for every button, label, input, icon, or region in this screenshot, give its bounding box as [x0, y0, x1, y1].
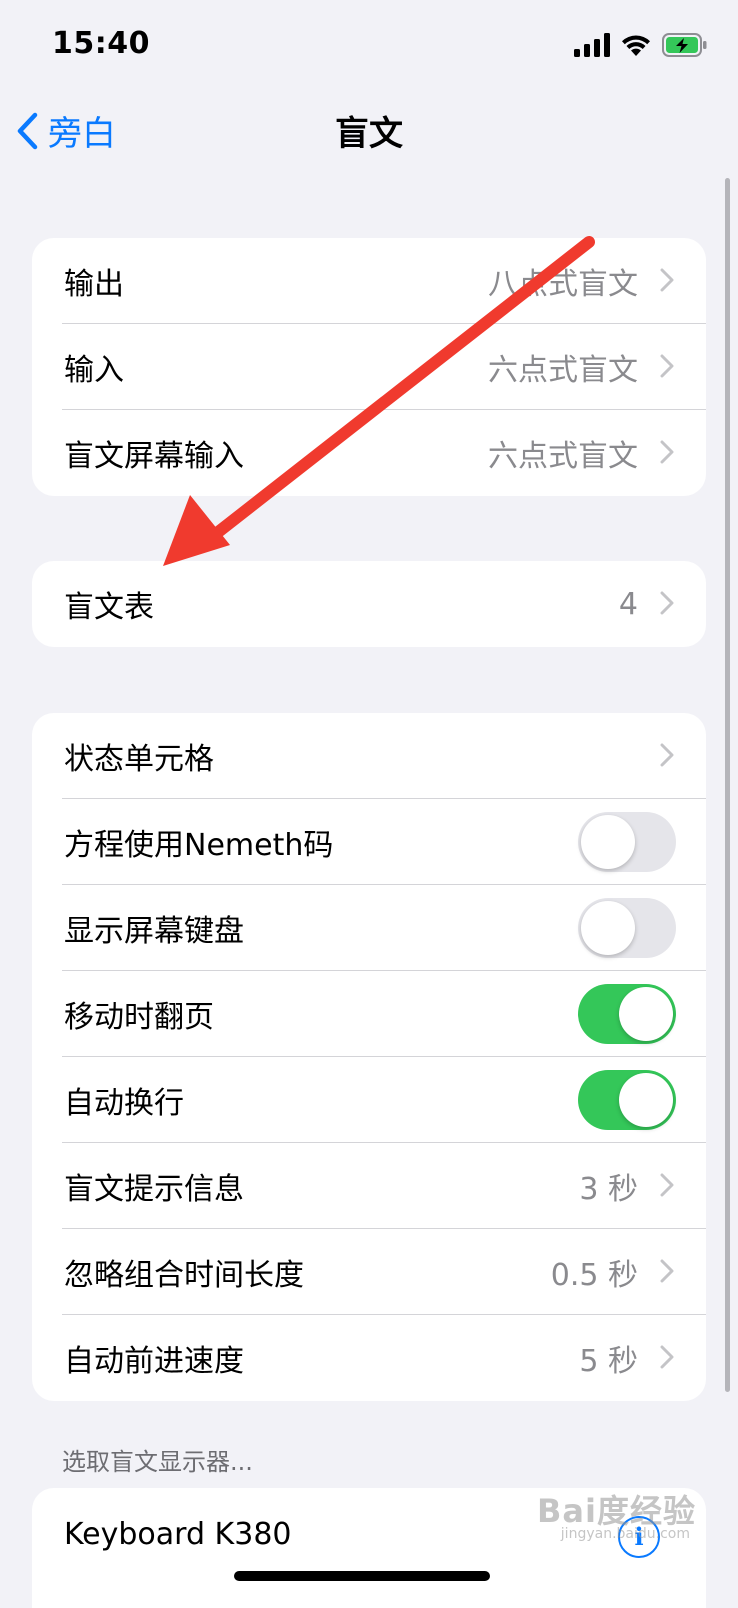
row-label: 自动前进速度 — [64, 1344, 244, 1379]
row-label: 盲文提示信息 — [64, 1172, 244, 1207]
row-label: 输入 — [64, 353, 124, 388]
row-turn-pages: 移动时翻页 — [32, 971, 706, 1057]
watermark-url: jingyan.baidu.com — [560, 1526, 690, 1542]
row-label: 自动换行 — [64, 1086, 184, 1121]
row-value: 六点式盲文 — [488, 439, 638, 474]
battery-charging-icon — [662, 33, 707, 57]
row-auto-advance[interactable]: 自动前进速度 5 秒 — [32, 1315, 706, 1401]
row-value: 5 秒 — [579, 1344, 638, 1379]
braille-tables-group: 盲文表 4 — [32, 561, 706, 647]
row-ignore-chord[interactable]: 忽略组合时间长度 0.5 秒 — [32, 1229, 706, 1315]
row-alert-messages[interactable]: 盲文提示信息 3 秒 — [32, 1143, 706, 1229]
row-nemeth: 方程使用Nemeth码 — [32, 799, 706, 885]
status-bar: 15:40 — [0, 0, 738, 90]
row-status-cells[interactable]: 状态单元格 — [32, 713, 706, 799]
row-label: 移动时翻页 — [64, 1000, 214, 1035]
toggle-knob — [619, 987, 673, 1041]
toggle-knob — [581, 901, 635, 955]
turn-pages-toggle[interactable] — [578, 984, 676, 1044]
row-label: 盲文屏幕输入 — [64, 439, 244, 474]
scrollbar[interactable] — [725, 178, 730, 1392]
chevron-right-icon — [660, 440, 674, 464]
nemeth-toggle[interactable] — [578, 812, 676, 872]
row-input[interactable]: 输入 六点式盲文 — [32, 324, 706, 410]
braille-options-group: 状态单元格 方程使用Nemeth码 显示屏幕键盘 移动时翻页 自动换行 盲文提示… — [32, 713, 706, 1401]
wifi-icon — [622, 35, 650, 56]
onscreen-keyboard-toggle[interactable] — [578, 898, 676, 958]
status-time: 15:40 — [52, 26, 150, 61]
row-label: 显示屏幕键盘 — [64, 914, 244, 949]
row-braille-screen-input[interactable]: 盲文屏幕输入 六点式盲文 — [32, 410, 706, 496]
row-label: 状态单元格 — [64, 742, 214, 777]
status-icons — [574, 30, 708, 60]
home-indicator[interactable] — [234, 1571, 490, 1581]
cellular-signal-icon — [574, 33, 610, 57]
page-title: 盲文 — [335, 114, 403, 154]
row-onscreen-keyboard: 显示屏幕键盘 — [32, 885, 706, 971]
navigation-bar: 旁白 盲文 — [0, 100, 738, 160]
chevron-right-icon — [660, 743, 674, 767]
row-value: 3 秒 — [579, 1172, 638, 1207]
row-value: 4 — [618, 586, 638, 622]
row-label: 输出 — [64, 267, 124, 302]
chevron-right-icon — [660, 591, 674, 615]
chevron-right-icon — [660, 1345, 674, 1369]
row-braille-tables[interactable]: 盲文表 4 — [32, 561, 706, 647]
toggle-knob — [619, 1073, 673, 1127]
choose-display-header: 选取盲文显示器... — [62, 1448, 253, 1476]
word-wrap-toggle[interactable] — [578, 1070, 676, 1130]
row-label: 方程使用Nemeth码 — [64, 828, 334, 863]
chevron-right-icon — [660, 1173, 674, 1197]
chevron-right-icon — [660, 1259, 674, 1283]
output-input-group: 输出 八点式盲文 输入 六点式盲文 盲文屏幕输入 六点式盲文 — [32, 238, 706, 496]
chevron-right-icon — [660, 268, 674, 292]
row-label: 忽略组合时间长度 — [64, 1258, 304, 1293]
toggle-knob — [581, 815, 635, 869]
row-output[interactable]: 输出 八点式盲文 — [32, 238, 706, 324]
row-value: 六点式盲文 — [488, 353, 638, 388]
row-word-wrap: 自动换行 — [32, 1057, 706, 1143]
row-label: 盲文表 — [64, 590, 154, 625]
row-value: 0.5 秒 — [550, 1258, 638, 1293]
chevron-right-icon — [660, 354, 674, 378]
row-value: 八点式盲文 — [488, 267, 638, 302]
device-name: Keyboard K380 — [64, 1516, 292, 1552]
